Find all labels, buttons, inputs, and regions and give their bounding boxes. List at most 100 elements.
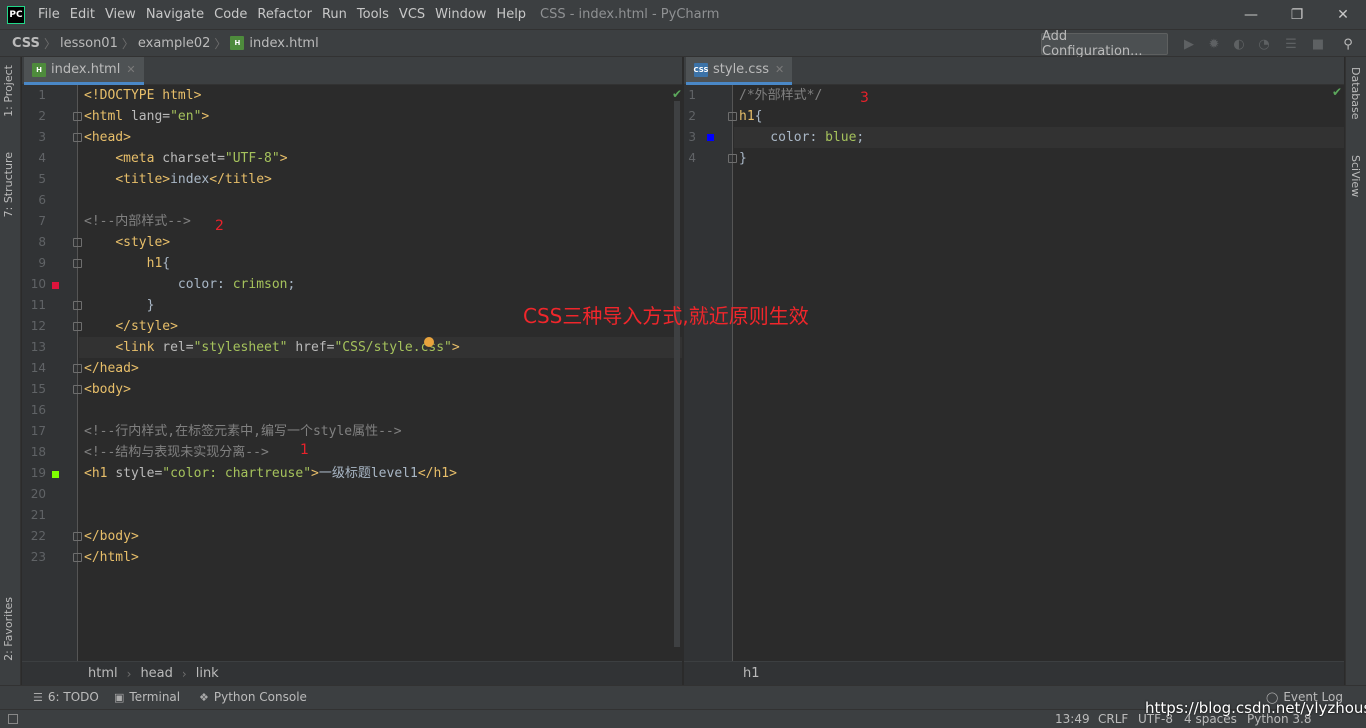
- breadcrumb-head[interactable]: head: [140, 666, 172, 681]
- breadcrumb-project[interactable]: CSS: [8, 36, 44, 51]
- line-number: 7: [38, 214, 46, 228]
- fold-icon[interactable]: [73, 301, 82, 310]
- code-token: }: [739, 151, 747, 166]
- line-number: 5: [38, 172, 46, 186]
- code-token: <link: [115, 340, 163, 355]
- menu-tools[interactable]: Tools: [352, 0, 394, 29]
- chevron-right-icon: ›: [126, 666, 132, 681]
- database-tab-label: Database: [1349, 67, 1362, 120]
- fold-icon[interactable]: [73, 385, 82, 394]
- breadcrumb-folder[interactable]: example02: [134, 36, 215, 51]
- fold-icon[interactable]: [73, 364, 82, 373]
- menu-edit[interactable]: Edit: [65, 0, 100, 29]
- watermark: https://blog.csdn.net/ylyzhousi: [1145, 699, 1366, 717]
- breadcrumb-folder[interactable]: lesson01: [56, 36, 122, 51]
- vertical-scrollbar[interactable]: [674, 101, 680, 647]
- code-token: lang=: [130, 109, 171, 124]
- code-token: <html: [84, 109, 131, 124]
- right-editor-tabbar: CSS style.css ✕: [684, 57, 1344, 85]
- tab-index-html[interactable]: H index.html ✕: [24, 57, 144, 85]
- menu-refactor[interactable]: Refactor: [252, 0, 317, 29]
- color-swatch-chartreuse: [52, 471, 59, 478]
- fold-icon[interactable]: [73, 553, 82, 562]
- line-separator[interactable]: CRLF: [1098, 712, 1128, 726]
- breadcrumb-file[interactable]: index.html: [249, 36, 322, 51]
- html-file-icon: H: [32, 62, 46, 77]
- code-token: >: [451, 340, 460, 355]
- coverage-icon[interactable]: ◐: [1231, 36, 1247, 52]
- code-line: <meta charset="UTF-8">: [84, 148, 287, 169]
- fold-icon[interactable]: [728, 112, 737, 121]
- code-token: <title>: [115, 172, 171, 187]
- tool-window-favorites[interactable]: 2: Favorites: [2, 597, 15, 661]
- menu-window[interactable]: Window: [430, 0, 491, 29]
- stop-icon[interactable]: ■: [1310, 36, 1326, 52]
- code-token: {: [754, 109, 763, 124]
- fold-icon[interactable]: [73, 133, 82, 142]
- close-icon[interactable]: ✕: [1320, 0, 1366, 29]
- todo-tool-button[interactable]: ☰ 6: TODO: [33, 690, 99, 704]
- profile-icon[interactable]: ◔: [1256, 36, 1272, 52]
- code-token: <body>: [84, 382, 131, 397]
- code-token: index: [170, 172, 210, 187]
- search-icon[interactable]: ⚲: [1340, 36, 1356, 52]
- code-line: <style>: [84, 232, 170, 253]
- fold-icon[interactable]: [73, 259, 82, 268]
- pycharm-logo-icon: PC: [7, 5, 25, 24]
- breadcrumb-html[interactable]: html: [88, 666, 118, 681]
- tab-label: style.css: [713, 62, 769, 77]
- menu-vcs[interactable]: VCS: [394, 0, 430, 29]
- line-number: 2: [688, 109, 696, 123]
- layout-icon[interactable]: [8, 714, 18, 724]
- code-token: {: [162, 256, 171, 271]
- annotation-number: 2: [215, 218, 224, 234]
- fold-icon[interactable]: [73, 322, 82, 331]
- minimize-icon[interactable]: —: [1228, 0, 1274, 29]
- run-icon[interactable]: ▶: [1181, 36, 1197, 52]
- debug-icon[interactable]: ✹: [1206, 36, 1222, 52]
- close-icon[interactable]: ✕: [775, 63, 784, 76]
- intention-bulb-icon[interactable]: [424, 337, 434, 347]
- menu-navigate[interactable]: Navigate: [141, 0, 209, 29]
- line-number: 1: [38, 88, 46, 102]
- breadcrumb-link[interactable]: link: [196, 666, 219, 681]
- code-token: <head>: [84, 130, 131, 145]
- fold-icon[interactable]: [728, 154, 737, 163]
- terminal-tool-button[interactable]: ▣ Terminal: [114, 690, 180, 704]
- fold-icon[interactable]: [73, 112, 82, 121]
- tab-style-css[interactable]: CSS style.css ✕: [686, 57, 793, 85]
- tool-window-structure[interactable]: 7: Structure: [2, 152, 15, 217]
- right-editor[interactable]: 1/*外部样式*/2 h1{3 color: blue; 4} ✔: [684, 85, 1344, 661]
- code-line: </body>: [84, 526, 139, 547]
- menu-view[interactable]: View: [100, 0, 141, 29]
- project-tab-label: 1: Project: [2, 65, 15, 117]
- tool-window-sciview[interactable]: SciView: [1349, 155, 1362, 197]
- code-token: color:: [84, 277, 233, 292]
- menu-run[interactable]: Run: [317, 0, 352, 29]
- code-line: <head>: [84, 127, 131, 148]
- caret-position[interactable]: 13:49: [1055, 712, 1090, 726]
- chevron-right-icon: 〉: [214, 36, 227, 51]
- breadcrumb-h1[interactable]: h1: [743, 666, 760, 681]
- sciview-tab-label: SciView: [1349, 155, 1362, 198]
- close-icon[interactable]: ✕: [126, 63, 135, 76]
- fold-icon[interactable]: [73, 238, 82, 247]
- add-configuration-button[interactable]: Add Configuration...: [1041, 29, 1168, 59]
- tool-window-project[interactable]: 1: Project: [2, 65, 15, 117]
- tab-label: index.html: [51, 62, 121, 77]
- left-editor[interactable]: 1 <!DOCTYPE html> 2 <html lang="en"> 3 <head>…: [22, 85, 682, 661]
- code-token: "color:: [162, 466, 225, 481]
- inspection-ok-icon: ✔: [1332, 85, 1343, 99]
- python-console-tool-button[interactable]: ❖ Python Console: [199, 690, 307, 704]
- code-line: <!DOCTYPE html>: [84, 85, 201, 106]
- tool-window-database[interactable]: Database: [1349, 67, 1362, 120]
- fold-icon[interactable]: [73, 532, 82, 541]
- title-bar: PC File Edit View Navigate Code Refactor…: [0, 0, 1366, 29]
- menu-help[interactable]: Help: [491, 0, 531, 29]
- maximize-icon[interactable]: ❐: [1274, 0, 1320, 29]
- menu-file[interactable]: File: [33, 0, 65, 29]
- build-icon[interactable]: ☰: [1283, 36, 1299, 52]
- menu-code[interactable]: Code: [209, 0, 252, 29]
- code-token: <meta: [115, 151, 163, 166]
